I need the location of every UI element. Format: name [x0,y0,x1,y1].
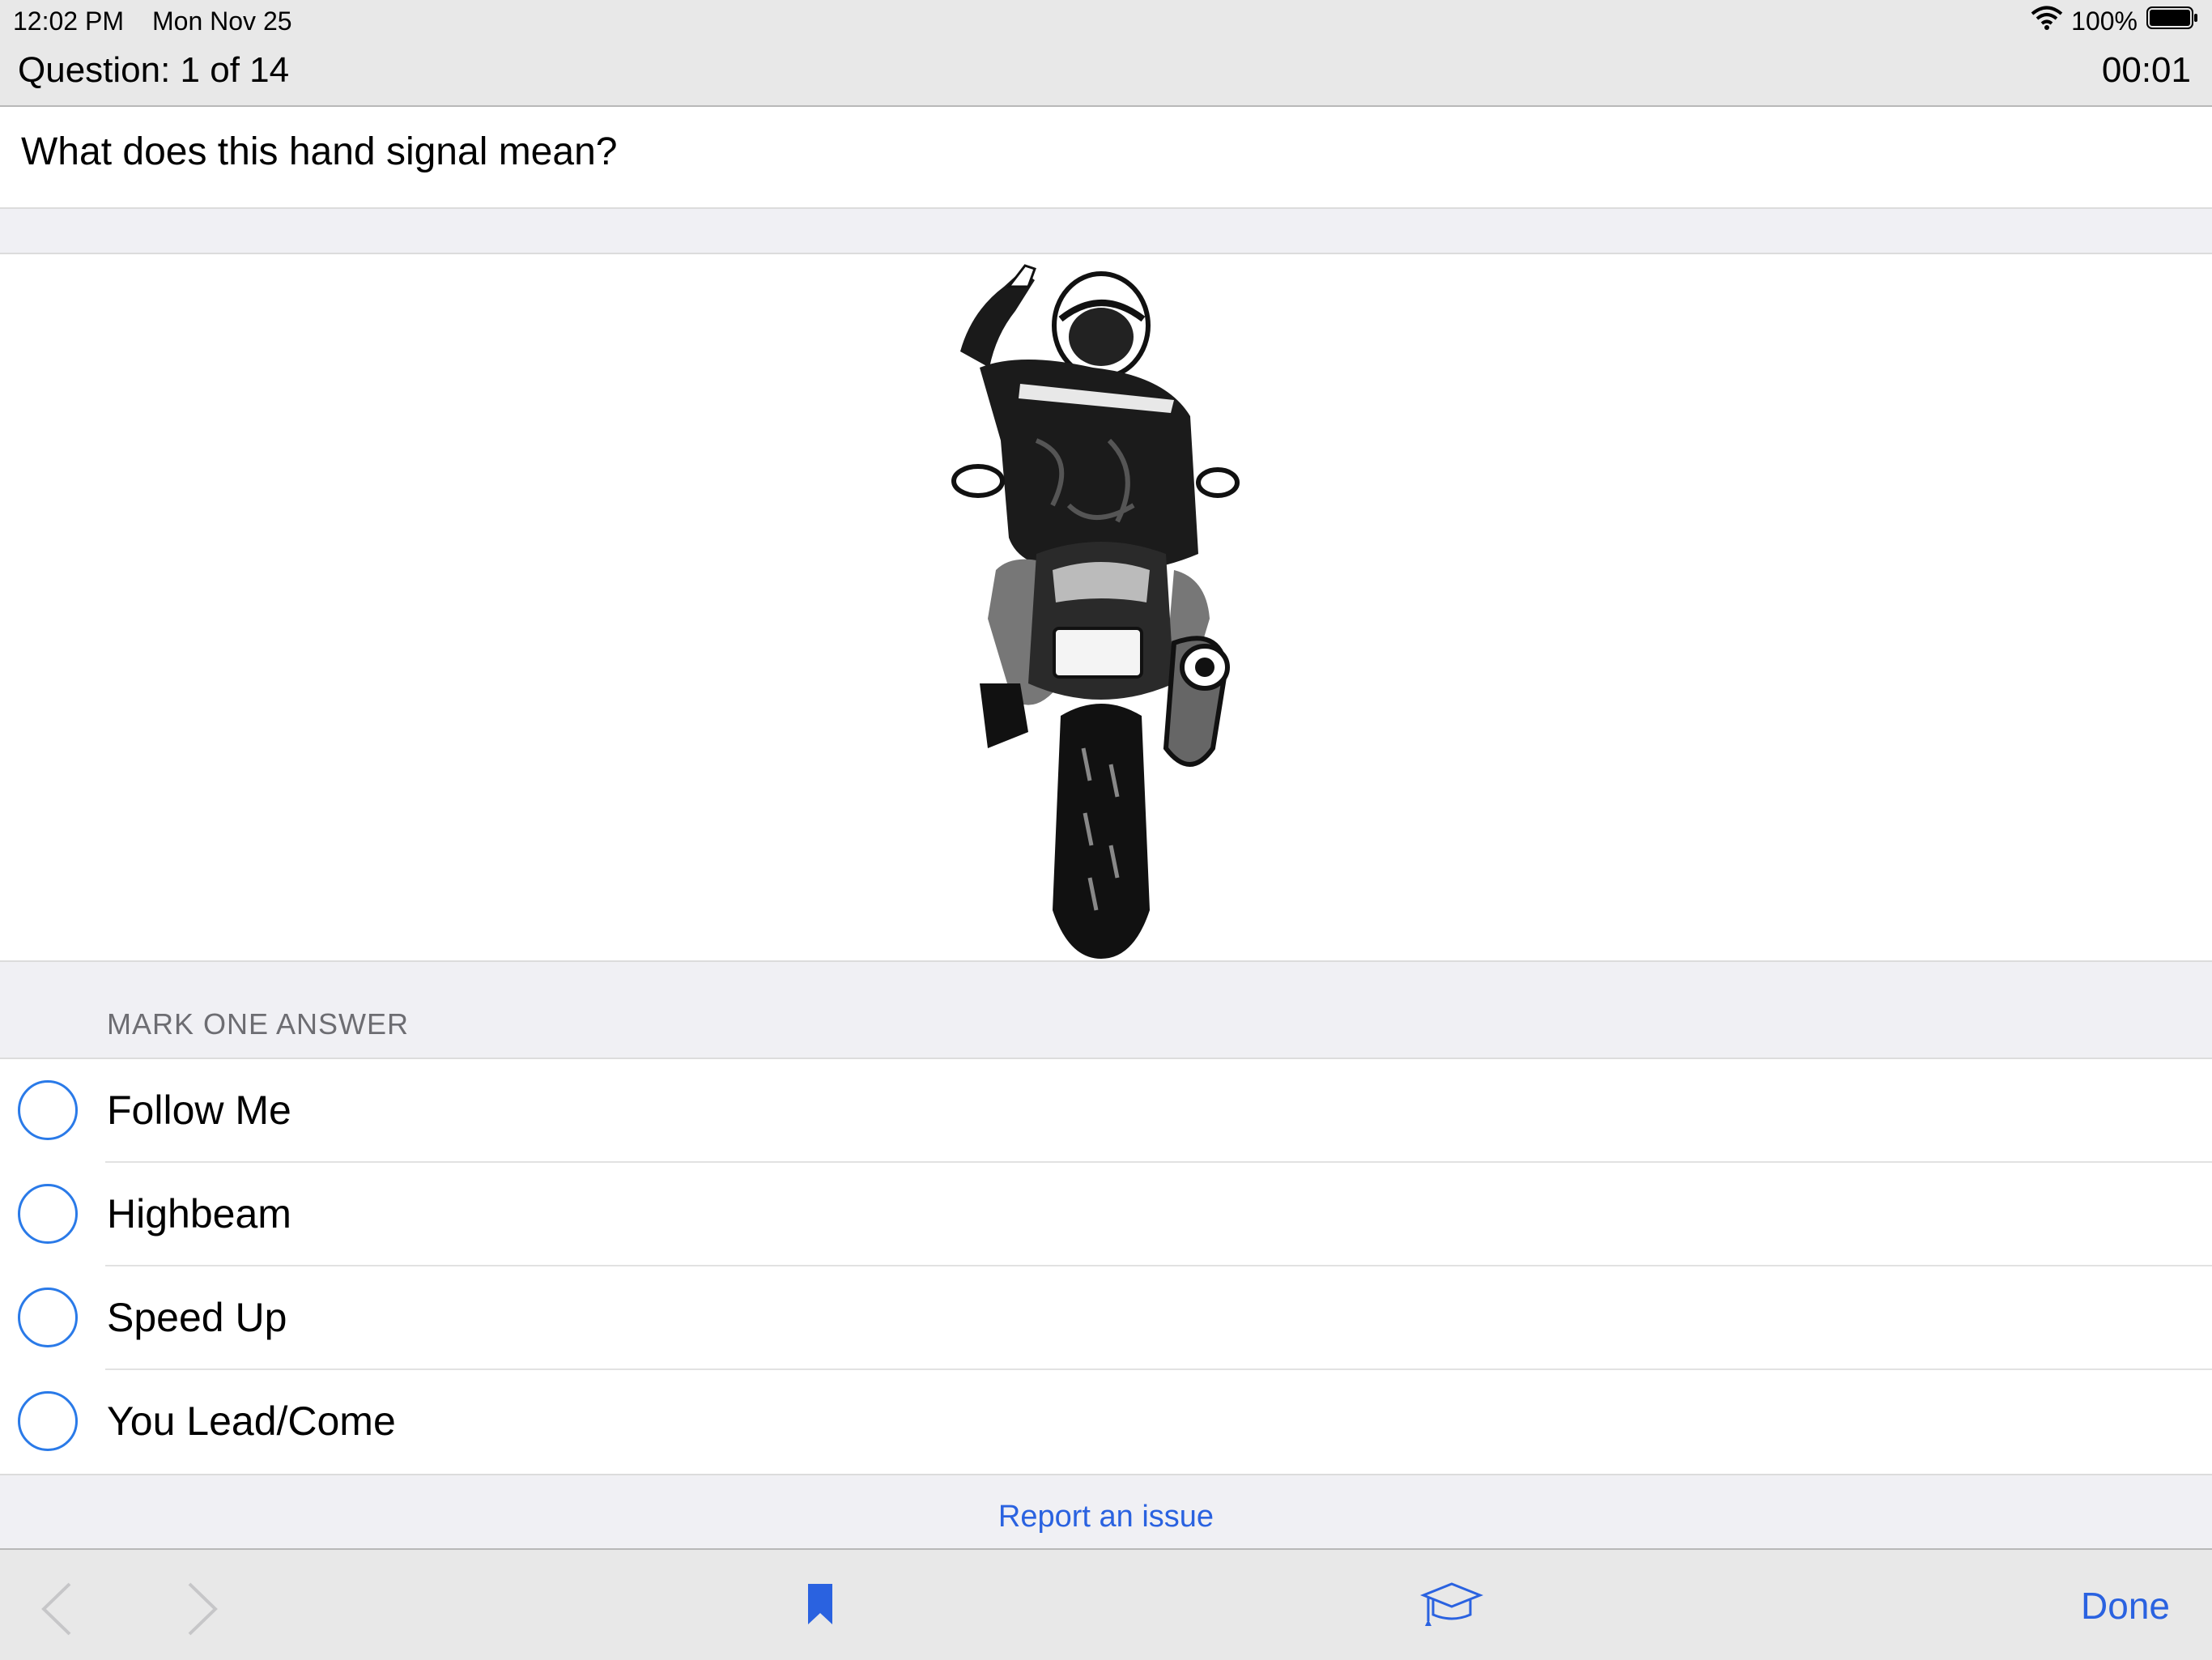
radio-button[interactable] [18,1288,78,1347]
top-bar: 12:02 PM Mon Nov 25 100% Question: 1 of … [0,0,2212,107]
motorcyclist-hand-signal-image [951,264,1240,959]
status-date: Mon Nov 25 [152,6,292,36]
question-image-area [0,253,2212,962]
question-counter: Question: 1 of 14 [18,50,290,90]
status-time: 12:02 PM [13,6,124,36]
radio-button[interactable] [18,1184,78,1244]
graduation-cap-icon[interactable] [1419,1581,1484,1635]
answer-option[interactable]: You Lead/Come [0,1370,2212,1474]
radio-button[interactable] [18,1080,78,1140]
battery-percent: 100% [2071,6,2138,36]
chevron-right-icon[interactable] [185,1581,220,1641]
answer-label: Highbeam [107,1191,291,1236]
question-text: What does this hand signal mean? [21,130,618,173]
question-row: What does this hand signal mean? [0,107,2212,209]
timer: 00:01 [2101,50,2191,90]
section-header: MARK ONE ANSWER [107,1007,410,1041]
status-indicators: 100% [2031,5,2199,37]
answer-option[interactable]: Follow Me [0,1059,2212,1163]
answer-label: Follow Me [107,1088,291,1133]
answer-label: You Lead/Come [107,1398,396,1444]
done-button[interactable]: Done [2081,1584,2170,1628]
bookmark-icon[interactable] [806,1582,834,1630]
report-issue-link[interactable]: Report an issue [0,1500,2212,1534]
bottom-toolbar: Done [0,1548,2212,1660]
wifi-icon [2031,5,2063,37]
answer-option[interactable]: Speed Up [0,1266,2212,1370]
answer-label: Speed Up [107,1295,287,1340]
answer-option[interactable]: Highbeam [0,1163,2212,1266]
radio-button[interactable] [18,1391,78,1451]
battery-icon [2146,5,2199,37]
answer-list: Follow Me Highbeam Speed Up You Lead/Com… [0,1058,2212,1475]
chevron-left-icon[interactable] [39,1581,74,1641]
